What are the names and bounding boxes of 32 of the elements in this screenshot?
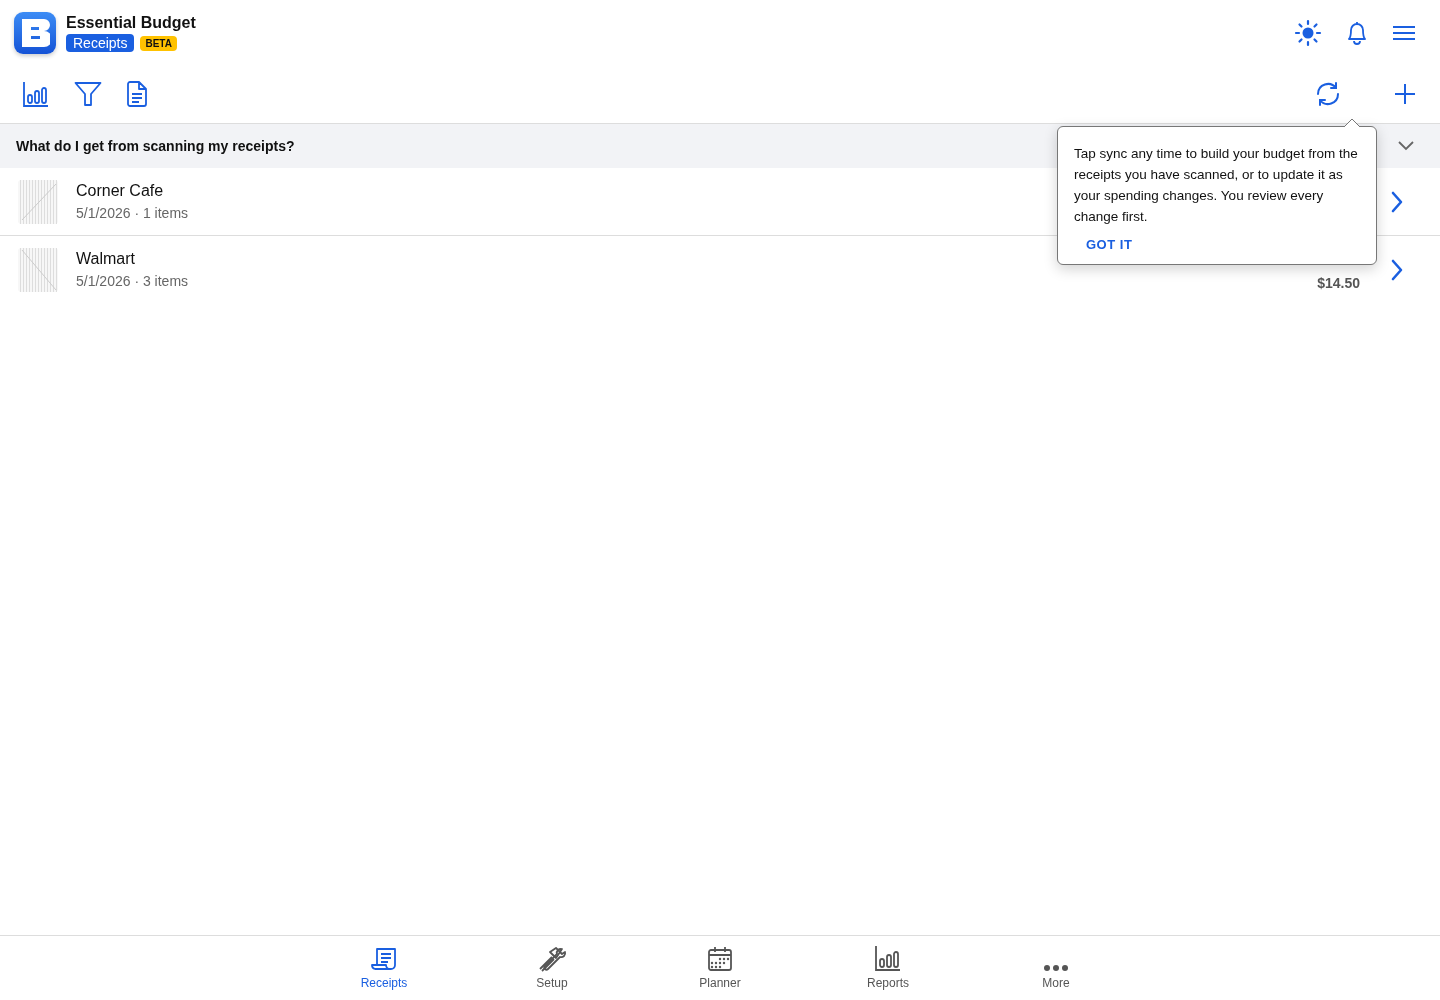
tab[interactable]: Setup	[468, 936, 636, 1000]
more-icon	[1043, 964, 1069, 972]
receipt-details: 5/1/2026 · 1 items	[76, 205, 189, 221]
beta-badge: BETA	[140, 35, 177, 51]
merchant-name: Corner Cafe	[76, 182, 164, 200]
filter-icon[interactable]	[74, 80, 102, 107]
sync-icon[interactable]	[1314, 79, 1342, 108]
brightness-icon[interactable]	[1294, 19, 1322, 47]
merchant-name: Walmart	[76, 250, 135, 268]
document-icon[interactable]	[126, 80, 148, 107]
tools-icon	[537, 946, 567, 972]
receipt-icon	[370, 946, 398, 972]
tab[interactable]: Receipts	[300, 936, 468, 1000]
tooltip-text: Tap sync any time to build your budget from the receipts you have scanned, or to update it as your spending changes. You review every change first.	[1074, 145, 1359, 226]
receipt-details: 5/1/2026 · 3 items	[76, 273, 189, 289]
tab[interactable]: More	[972, 936, 1140, 1000]
menu-icon[interactable]	[1392, 24, 1416, 42]
bar-chart-icon	[874, 944, 902, 972]
chevron-right-icon[interactable]	[1390, 258, 1404, 281]
chevron-right-icon[interactable]	[1390, 190, 1404, 213]
app-logo	[14, 12, 56, 54]
calendar-icon	[707, 946, 733, 972]
faq-question[interactable]: What do I get from scanning my receipts?	[16, 138, 295, 154]
chevron-down-icon[interactable]	[1398, 141, 1414, 151]
got-it-button[interactable]: GOT IT	[1074, 235, 1145, 254]
tab[interactable]: Planner	[636, 936, 804, 1000]
section-label: Receipts	[66, 34, 135, 52]
receipt-amount: $14.50	[1317, 275, 1360, 291]
add-icon[interactable]	[1394, 82, 1416, 105]
app-title: Essential Budget	[66, 14, 196, 32]
bar-chart-icon[interactable]	[22, 79, 50, 108]
tab[interactable]: Reports	[804, 936, 972, 1000]
